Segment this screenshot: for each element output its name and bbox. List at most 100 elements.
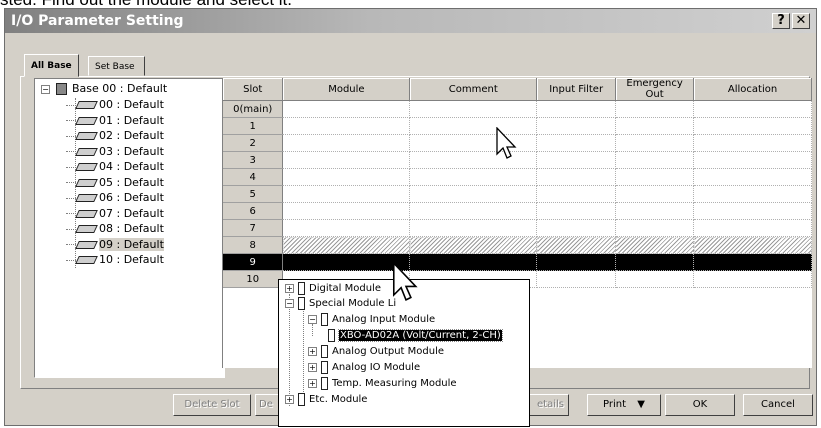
- input-filter-cell[interactable]: [536, 236, 617, 254]
- emergency-out-cell[interactable]: [615, 185, 695, 203]
- comment-cell[interactable]: [409, 185, 538, 203]
- comment-cell[interactable]: [409, 134, 538, 152]
- input-filter-cell[interactable]: [536, 253, 617, 271]
- column-header[interactable]: Allocation: [693, 78, 812, 101]
- comment-cell[interactable]: [409, 202, 538, 220]
- tab-set-base[interactable]: Set Base: [88, 56, 145, 76]
- tree-item-base-slot[interactable]: 01 : Default: [66, 114, 164, 128]
- column-header[interactable]: Comment: [409, 78, 538, 101]
- table-row[interactable]: 9: [223, 253, 812, 271]
- input-filter-cell[interactable]: [536, 219, 617, 237]
- emergency-out-cell[interactable]: [615, 134, 695, 152]
- emergency-out-cell[interactable]: [615, 270, 695, 288]
- comment-cell[interactable]: [409, 151, 538, 169]
- module-cell[interactable]: [282, 253, 411, 271]
- allocation-cell[interactable]: [693, 219, 812, 237]
- collapse-icon[interactable]: −: [41, 84, 50, 94]
- tree-item-base-slot[interactable]: 10 : Default: [66, 253, 164, 267]
- table-row[interactable]: 7: [223, 219, 812, 237]
- details-button[interactable]: etails: [525, 394, 569, 416]
- module-cell[interactable]: [282, 117, 411, 135]
- allocation-cell[interactable]: [693, 185, 812, 203]
- module-list-item[interactable]: − Analog Input Module: [308, 312, 435, 327]
- module-cell[interactable]: [282, 151, 411, 169]
- expand-icon[interactable]: +: [308, 346, 317, 356]
- delete-slot-button[interactable]: Delete Slot: [173, 394, 251, 416]
- module-list-item[interactable]: + Digital Module: [285, 281, 381, 296]
- allocation-cell[interactable]: [693, 236, 812, 254]
- module-cell[interactable]: [282, 202, 411, 220]
- comment-cell[interactable]: [409, 253, 538, 271]
- table-row[interactable]: 2: [223, 134, 812, 152]
- allocation-cell[interactable]: [693, 202, 812, 220]
- table-row[interactable]: 0(main): [223, 100, 812, 118]
- emergency-out-cell[interactable]: [615, 202, 695, 220]
- tree-item-base-slot[interactable]: 04 : Default: [66, 160, 164, 174]
- emergency-out-cell[interactable]: [615, 100, 695, 118]
- emergency-out-cell[interactable]: [615, 151, 695, 169]
- module-cell[interactable]: [282, 219, 411, 237]
- module-cell[interactable]: [282, 100, 411, 118]
- module-dropdown-list[interactable]: + Digital Module − Special Module Li − Analog…: [278, 279, 530, 427]
- emergency-out-cell[interactable]: [615, 253, 695, 271]
- tree-item-base-slot[interactable]: 09 : Default: [66, 237, 164, 252]
- module-list-item[interactable]: + Analog Output Module: [308, 344, 444, 359]
- comment-cell[interactable]: [409, 168, 538, 186]
- expand-icon[interactable]: +: [285, 283, 294, 293]
- module-cell[interactable]: [282, 236, 411, 254]
- column-header[interactable]: Module: [282, 78, 411, 101]
- comment-cell[interactable]: [409, 219, 538, 237]
- module-cell[interactable]: [282, 168, 411, 186]
- input-filter-cell[interactable]: [536, 168, 617, 186]
- collapse-icon[interactable]: −: [285, 298, 294, 308]
- tree-item-base-slot[interactable]: 06 : Default: [66, 191, 164, 205]
- module-list-item[interactable]: + Etc. Module: [285, 392, 367, 407]
- input-filter-cell[interactable]: [536, 202, 617, 220]
- allocation-cell[interactable]: [693, 151, 812, 169]
- table-row[interactable]: 1: [223, 117, 812, 135]
- comment-cell[interactable]: [409, 100, 538, 118]
- tab-all-base[interactable]: All Base: [24, 54, 79, 77]
- comment-cell[interactable]: [409, 236, 538, 254]
- tree-item-base-slot[interactable]: 00 : Default: [66, 98, 164, 112]
- collapse-icon[interactable]: −: [308, 314, 317, 324]
- module-list-item[interactable]: + Analog IO Module: [308, 360, 420, 375]
- table-row[interactable]: 4: [223, 168, 812, 186]
- emergency-out-cell[interactable]: [615, 236, 695, 254]
- allocation-cell[interactable]: [693, 100, 812, 118]
- tree-root-base00[interactable]: − Base 00 : Default: [41, 82, 167, 95]
- input-filter-cell[interactable]: [536, 100, 617, 118]
- cancel-button[interactable]: Cancel: [743, 394, 813, 416]
- module-cell[interactable]: [282, 134, 411, 152]
- emergency-out-cell[interactable]: [615, 117, 695, 135]
- module-list-item[interactable]: − Special Module Li: [285, 296, 396, 311]
- tree-item-base-slot[interactable]: 07 : Default: [66, 207, 164, 221]
- ok-button[interactable]: OK: [665, 394, 735, 416]
- allocation-cell[interactable]: [693, 168, 812, 186]
- column-header[interactable]: Emergency Out: [615, 78, 695, 101]
- tree-item-base-slot[interactable]: 02 : Default: [66, 129, 164, 143]
- allocation-cell[interactable]: [693, 253, 812, 271]
- tree-item-base-slot[interactable]: 05 : Default: [66, 176, 164, 190]
- expand-icon[interactable]: +: [308, 362, 317, 372]
- input-filter-cell[interactable]: [536, 134, 617, 152]
- input-filter-cell[interactable]: [536, 270, 617, 288]
- column-header[interactable]: Input Filter: [536, 78, 617, 101]
- table-row[interactable]: 5: [223, 185, 812, 203]
- module-list-item[interactable]: XBO-AD02A (Volt/Current, 2-CH): [324, 328, 503, 343]
- column-header[interactable]: Slot: [223, 78, 284, 101]
- expand-icon[interactable]: +: [285, 394, 294, 404]
- print-button[interactable]: Print ▼: [587, 394, 661, 416]
- table-row[interactable]: 6: [223, 202, 812, 220]
- emergency-out-cell[interactable]: [615, 168, 695, 186]
- table-row[interactable]: 8: [223, 236, 812, 254]
- tree-item-base-slot[interactable]: 03 : Default: [66, 145, 164, 159]
- allocation-cell[interactable]: [693, 134, 812, 152]
- close-button[interactable]: ✕: [792, 13, 810, 29]
- help-button[interactable]: ?: [772, 13, 790, 29]
- input-filter-cell[interactable]: [536, 151, 617, 169]
- input-filter-cell[interactable]: [536, 117, 617, 135]
- tree-item-base-slot[interactable]: 08 : Default: [66, 222, 164, 236]
- allocation-cell[interactable]: [693, 117, 812, 135]
- module-list-item[interactable]: + Temp. Measuring Module: [308, 376, 457, 391]
